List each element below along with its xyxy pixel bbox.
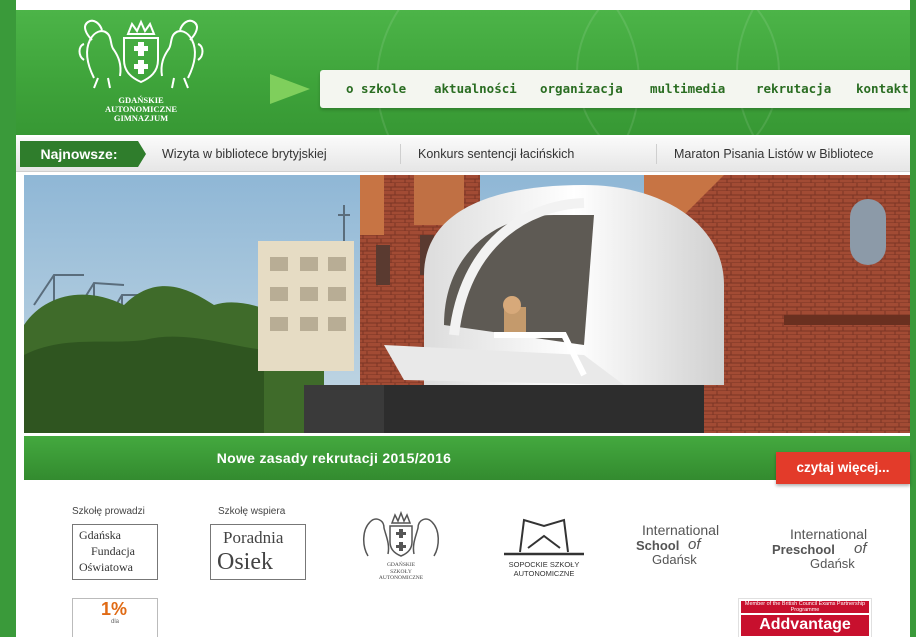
logo-text: Member of the British Council Exams Part…: [741, 601, 869, 613]
sopockie-szkoly-autonomiczne-logo[interactable]: SOPOCKIE SZKOŁY AUTONOMICZNE: [498, 514, 590, 584]
ticker-label: Najnowsze:: [20, 141, 138, 167]
nav-item-aktualnosci[interactable]: aktualności: [434, 70, 517, 108]
logo-text: Preschool: [772, 542, 835, 557]
logo-text: Poradnia: [223, 528, 284, 547]
logo-text: International: [642, 522, 720, 538]
poradnia-osiek-logo[interactable]: Poradnia Osiek: [210, 524, 306, 580]
one-percent-logo[interactable]: 1% dla: [72, 598, 158, 637]
hero-image: [24, 175, 910, 433]
coat-of-arms-icon: [363, 510, 439, 557]
open-book-icon: [504, 518, 584, 556]
logo-text: Gdańsk: [652, 552, 697, 567]
logo-text: 1%: [101, 599, 128, 619]
logo-line: GIMNAZJUM: [113, 113, 169, 123]
logo-text: Gdańska: [79, 528, 121, 542]
recruitment-banner: Nowe zasady rekrutacji 2015/2016 czytaj …: [24, 436, 910, 484]
gdansk-coat-of-arms-icon: [78, 19, 204, 89]
arrow-right-icon: [270, 74, 310, 104]
page: GDAŃSKIE AUTONOMICZNE GIMNAZJUM o szkole…: [0, 0, 916, 637]
read-more-button[interactable]: czytaj więcej...: [776, 452, 910, 484]
international-school-of-gdansk-logo[interactable]: International School of Gdańsk: [636, 522, 736, 570]
nav-item-rekrutacja[interactable]: rekrutacja: [756, 70, 831, 108]
logo-text: Fundacja: [91, 544, 135, 558]
logo-text: AUTONOMICZNE: [378, 575, 424, 581]
logo-text: AUTONOMICZNE: [513, 569, 575, 578]
sponsor-caption: Szkołę wspiera: [218, 506, 286, 517]
logo-text: GDAŃSKIE AUTONOMICZNE GIMNAZJUM: [74, 96, 208, 123]
logo-text: Oświatowa: [79, 560, 133, 574]
banner-title[interactable]: Nowe zasady rekrutacji 2015/2016: [24, 436, 644, 480]
news-ticker: Najnowsze: Wizyta w bibliotece brytyjski…: [16, 137, 910, 172]
ticker-label-arrow: [138, 141, 146, 167]
international-preschool-of-gdansk-logo[interactable]: International Preschool of Gdańsk: [770, 526, 882, 574]
ticker-item[interactable]: Wizyta w bibliotece brytyjskiej: [162, 137, 327, 171]
addvantage-logo[interactable]: Member of the British Council Exams Part…: [738, 598, 872, 637]
gdanska-fundacja-oswiatowa-logo[interactable]: Gdańska Fundacja Oświatowa: [72, 524, 158, 580]
nav-item-multimedia[interactable]: multimedia: [650, 70, 725, 108]
logo-text: of: [854, 540, 867, 557]
main-navigation: o szkole aktualności organizacja multime…: [320, 70, 910, 108]
ticker-item[interactable]: Konkurs sentencji łacińskich: [418, 137, 574, 171]
logo-text: dla: [111, 619, 120, 625]
right-border: [910, 0, 916, 637]
divider: [656, 144, 657, 164]
school-logo[interactable]: GDAŃSKIE AUTONOMICZNE GIMNAZJUM: [74, 16, 208, 132]
logo-text: School: [636, 538, 680, 553]
logo-text: of: [688, 536, 701, 553]
ticker-item[interactable]: Maraton Pisania Listów w Bibliotece: [674, 137, 873, 171]
logo-text: SOPOCKIE SZKOŁY: [508, 560, 580, 569]
observatory-photo: [24, 175, 910, 433]
nav-item-o-szkole[interactable]: o szkole: [346, 70, 406, 108]
nav-item-organizacja[interactable]: organizacja: [540, 70, 623, 108]
logo-text: Osiek: [217, 549, 273, 575]
sponsor-caption: Szkołę prowadzi: [72, 506, 145, 517]
site-header: GDAŃSKIE AUTONOMICZNE GIMNAZJUM o szkole…: [16, 10, 910, 135]
nav-item-kontakt[interactable]: kontakt: [856, 70, 909, 108]
divider: [400, 144, 401, 164]
left-border: [0, 0, 16, 637]
gdanskie-szkoly-autonomiczne-logo[interactable]: GDAŃSKIE SZKOŁY AUTONOMICZNE: [356, 510, 446, 586]
logo-text: Gdańsk: [810, 556, 855, 571]
logo-text: Addvantage: [759, 616, 851, 633]
